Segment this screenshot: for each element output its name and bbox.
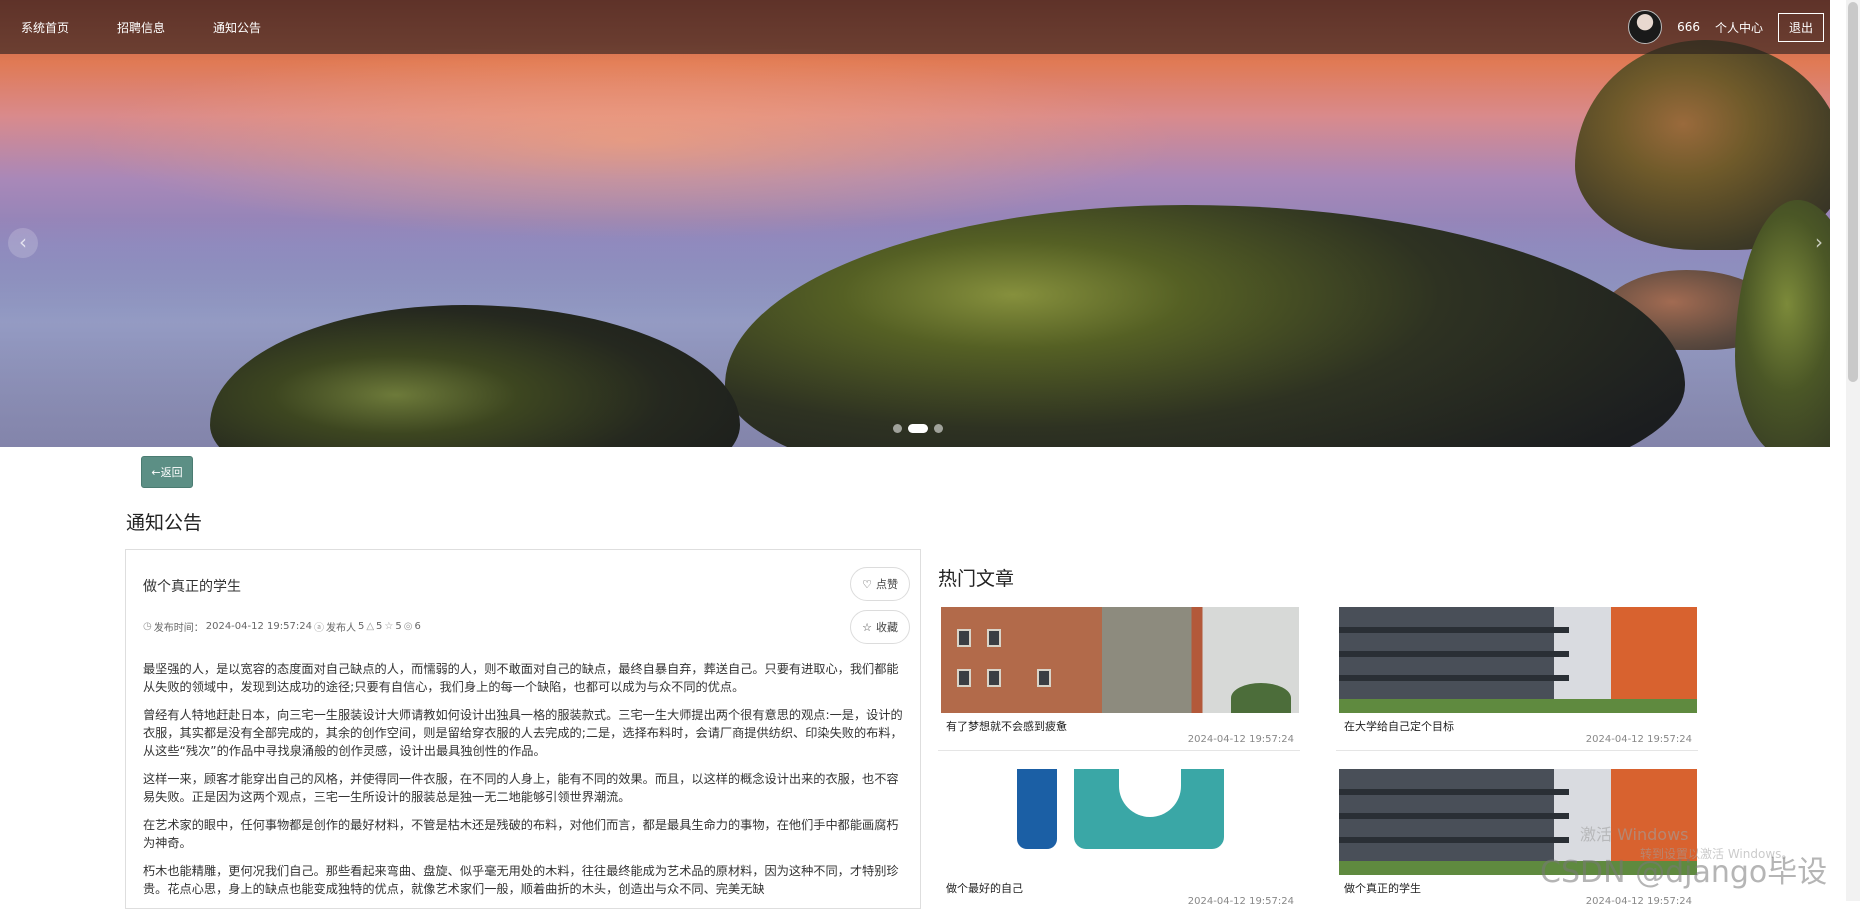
meta-views: 6 — [414, 621, 421, 632]
carousel-next-icon[interactable]: › — [1804, 228, 1830, 258]
hot-article-title[interactable]: 有了梦想就不会感到疲惫 — [946, 718, 1067, 734]
star-icon: ☆ — [384, 621, 394, 632]
facade-stripe — [1339, 651, 1569, 657]
window-shape — [957, 629, 971, 647]
nav-item-notices[interactable]: 通知公告 — [213, 19, 261, 36]
top-navbar: 系统首页 招聘信息 通知公告 666 个人中心 退出 — [0, 0, 1830, 54]
article-card: 做个真正的学生 ◷ 发布时间： 2024-04-12 19:57:24 ⓐ 发布… — [125, 549, 921, 909]
article-meta: ◷ 发布时间： 2024-04-12 19:57:24 ⓐ 发布人 5 △ 5 … — [143, 619, 421, 634]
window-shape — [987, 669, 1001, 687]
lawn-shape — [1339, 699, 1697, 713]
article-body: 最坚强的人，是以宽容的态度面对自己缺点的人，而懦弱的人，则不敢面对自己的缺点，最… — [143, 660, 907, 908]
hot-article-image[interactable] — [1339, 607, 1697, 713]
meta-publisher: 5 — [357, 621, 365, 632]
watermark: CSDN @django毕设 — [1540, 855, 1828, 890]
clock-icon: ◷ — [143, 621, 152, 632]
nav-item-home[interactable]: 系统首页 — [21, 19, 69, 36]
hot-article-card[interactable]: 有了梦想就不会感到疲惫 2024-04-12 19:57:24 — [938, 607, 1300, 757]
activate-windows-text: 激活 Windows — [1580, 825, 1689, 844]
facade-stripe — [1339, 675, 1569, 681]
hot-article-card[interactable]: 在大学给自己定个目标 2024-04-12 19:57:24 — [1336, 607, 1698, 757]
facade-stripe — [1339, 837, 1569, 843]
eye-icon: ◎ — [403, 621, 413, 632]
article-paragraph: 朽木也能精雕，更何况我们自己。那些看起来弯曲、盘旋、似乎毫无用处的木料，往往最终… — [143, 864, 899, 896]
divider — [1336, 750, 1698, 751]
hot-article-date: 2024-04-12 19:57:24 — [1187, 896, 1294, 907]
logo-shape — [1017, 769, 1057, 849]
hot-article-date: 2024-04-12 19:57:24 — [1187, 734, 1294, 745]
hot-article-title[interactable]: 在大学给自己定个目标 — [1344, 718, 1454, 734]
hot-articles-title: 热门文章 — [938, 568, 1015, 590]
hot-article-date: 2024-04-12 19:57:24 — [1585, 896, 1692, 907]
article-paragraph: 在艺术家的眼中，任何事物都是创作的最好材料，不管是枯木还是残破的布料，对他们而言… — [143, 818, 899, 850]
divider — [938, 750, 1300, 751]
meta-time-label: 发布时间： — [153, 623, 204, 634]
hero-carousel: ‹ › — [0, 0, 1830, 447]
meta-publisher-label: 发布人 — [325, 623, 356, 634]
favorite-button[interactable]: ☆ 收藏 — [850, 610, 910, 644]
hot-article-card[interactable]: 做个最好的自己 2024-04-12 19:57:24 — [938, 769, 1300, 919]
facade-stripe — [1339, 789, 1569, 795]
page-scrollbar[interactable] — [1846, 0, 1860, 901]
back-button[interactable]: ←返回 — [141, 456, 193, 488]
heart-icon: ♡ — [862, 577, 872, 591]
username[interactable]: 666 — [1677, 20, 1700, 34]
carousel-dot[interactable] — [893, 424, 902, 433]
user-icon: ⓐ — [313, 623, 324, 634]
carousel-dot-active[interactable] — [908, 424, 928, 433]
carousel-indicators — [893, 424, 943, 433]
carousel-prev-icon[interactable]: ‹ — [8, 228, 38, 258]
meta-favorites: 5 — [395, 621, 402, 632]
sky-glow — [80, 40, 1180, 240]
hot-article-image[interactable] — [941, 607, 1299, 713]
nav-item-jobs[interactable]: 招聘信息 — [117, 19, 165, 36]
hot-article-image[interactable] — [941, 769, 1299, 875]
meta-time: 2024-04-12 19:57:24 — [205, 621, 312, 632]
avatar[interactable] — [1628, 10, 1663, 44]
like-label: 点赞 — [876, 578, 898, 591]
carousel-dot[interactable] — [934, 424, 943, 433]
user-area: 666 个人中心 退出 — [1628, 0, 1830, 54]
tree-shape — [1231, 683, 1291, 713]
hot-article-date: 2024-04-12 19:57:24 — [1585, 734, 1692, 745]
scrollbar-thumb[interactable] — [1848, 2, 1858, 382]
article-title: 做个真正的学生 — [143, 579, 241, 595]
user-center-link[interactable]: 个人中心 — [1715, 19, 1763, 36]
favorite-label: 收藏 — [876, 621, 898, 634]
thumb-icon: △ — [366, 621, 375, 632]
article-paragraph: 最坚强的人，是以宽容的态度面对自己缺点的人，而懦弱的人，则不敢面对自己的缺点，最… — [143, 662, 899, 694]
like-button[interactable]: ♡ 点赞 — [850, 567, 910, 601]
logout-button[interactable]: 退出 — [1777, 12, 1824, 42]
article-paragraph: 这样一来，顾客才能穿出自己的风格，并使得同一件衣服，在不同的人身上，能有不同的效… — [143, 772, 899, 804]
page-title: 通知公告 — [126, 512, 203, 534]
facade-stripe — [1339, 813, 1569, 819]
window-shape — [1037, 669, 1051, 687]
hot-article-title[interactable]: 做个最好的自己 — [946, 880, 1023, 896]
window-shape — [987, 629, 1001, 647]
star-outline-icon: ☆ — [862, 620, 872, 634]
hot-article-title[interactable]: 做个真正的学生 — [1344, 880, 1421, 896]
facade-stripe — [1339, 627, 1569, 633]
window-shape — [957, 669, 971, 687]
article-paragraph: 曾经有人特地赶赴日本，向三宅一生服装设计大师请教如何设计出独具一格的服装款式。三… — [143, 708, 903, 758]
meta-likes: 5 — [376, 621, 383, 632]
